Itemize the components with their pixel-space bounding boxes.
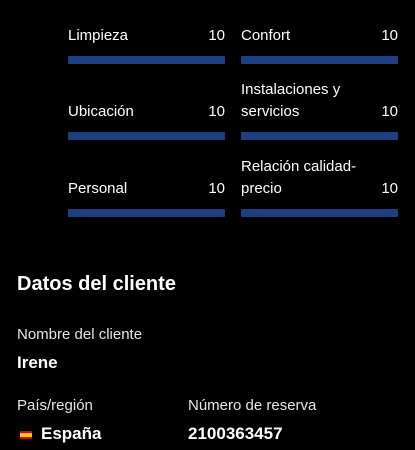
score-personal: Personal 10 xyxy=(68,173,225,217)
score-value: 10 xyxy=(381,180,398,197)
customer-name-value: Irene xyxy=(17,353,58,372)
score-value: 10 xyxy=(381,103,398,120)
score-bar xyxy=(68,209,225,217)
score-bar-fill xyxy=(68,209,225,217)
score-label: Confort xyxy=(241,27,291,44)
score-label: Personal xyxy=(68,180,128,197)
score-bar-fill xyxy=(241,56,398,64)
score-bar xyxy=(68,56,225,64)
score-bar xyxy=(241,132,398,140)
score-ubicacion: Ubicación 10 xyxy=(68,96,225,140)
score-bar xyxy=(241,209,398,217)
score-label: Relación calidad-precio xyxy=(241,158,357,197)
score-confort: Confort 10 xyxy=(241,20,398,64)
customer-name-label: Nombre del cliente xyxy=(17,326,143,343)
score-calidad-precio: Relación calidad-precio 10 xyxy=(241,155,398,217)
score-bar-fill xyxy=(241,132,398,140)
score-label: Ubicación xyxy=(68,103,134,120)
score-limpieza: Limpieza 10 xyxy=(68,20,225,64)
section-title-customer-data: Datos del cliente xyxy=(17,273,176,295)
score-value: 10 xyxy=(208,27,225,44)
booking-number-value: 2100363457 xyxy=(188,424,283,443)
country-label: País/región xyxy=(17,397,93,414)
score-bar-fill xyxy=(68,132,225,140)
score-value: 10 xyxy=(208,103,225,120)
score-instalaciones: Instalaciones y servicios 10 xyxy=(241,78,398,140)
score-bar xyxy=(241,56,398,64)
score-value: 10 xyxy=(381,27,398,44)
spain-flag-icon xyxy=(20,431,32,439)
score-bar-fill xyxy=(241,209,398,217)
score-value: 10 xyxy=(208,180,225,197)
booking-number-label: Número de reserva xyxy=(188,397,317,414)
score-bar xyxy=(68,132,225,140)
score-bar-fill xyxy=(68,56,225,64)
country-value: España xyxy=(41,424,102,443)
score-label: Limpieza xyxy=(68,27,129,44)
score-label: Instalaciones y servicios xyxy=(241,81,341,120)
